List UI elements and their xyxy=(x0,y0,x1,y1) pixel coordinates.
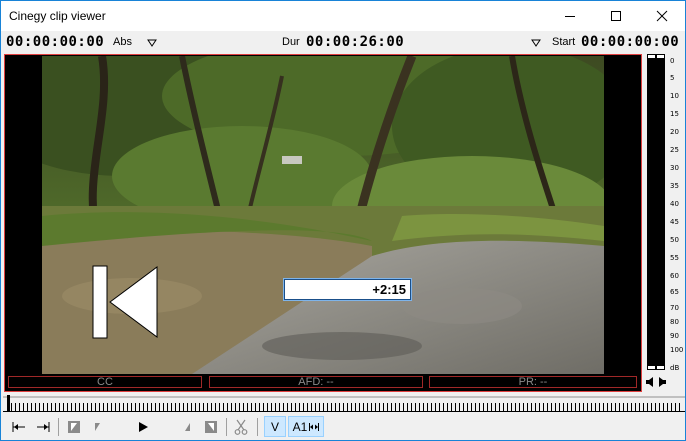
start-label: Start xyxy=(552,36,576,48)
meter-scale-label: 10 xyxy=(670,92,679,100)
meter-scale-label: 30 xyxy=(670,164,679,172)
meter-scale-label: 25 xyxy=(670,146,679,154)
prev-mark-button[interactable] xyxy=(87,417,107,437)
maximize-icon xyxy=(611,11,621,21)
minimize-button[interactable] xyxy=(547,1,593,31)
pr-status: PR: -- xyxy=(429,376,637,388)
play-icon xyxy=(139,422,148,432)
audio-track-toggle[interactable]: A1 xyxy=(288,416,324,437)
go-to-end-icon xyxy=(37,422,50,432)
cc-status: CC xyxy=(8,376,202,388)
meter-scale-label: 20 xyxy=(670,128,679,136)
afd-status: AFD: -- xyxy=(209,376,423,388)
next-mark-button[interactable] xyxy=(178,417,198,437)
cut-button[interactable] xyxy=(231,417,251,437)
video-frame[interactable]: +2:15 CC AFD: -- PR: -- xyxy=(4,54,642,392)
toolbar-separator xyxy=(58,418,59,436)
meter-peak-right xyxy=(657,55,664,58)
meter-scale-label: 5 xyxy=(670,74,675,82)
timecode-bar: 00:00:00:00 Abs Dur 00:00:26:00 Start 00… xyxy=(1,31,685,53)
meter-scale-label: 70 xyxy=(670,304,679,312)
meter-scale-label: 65 xyxy=(670,288,679,296)
start-timecode[interactable]: 00:00:00:00 xyxy=(581,34,679,50)
skip-to-start-icon xyxy=(92,265,158,339)
meter-floor-right xyxy=(657,366,664,369)
mark-in-icon xyxy=(68,421,80,433)
minimize-icon xyxy=(565,16,575,17)
meter-scale-label: 40 xyxy=(670,200,679,208)
clip-viewer-window: Cinegy clip viewer 00:00:00:00 Abs Dur 0… xyxy=(0,0,686,441)
prev-mark-icon xyxy=(95,423,100,431)
timeline-scrubber[interactable] xyxy=(3,393,685,415)
meter-scale-label: 35 xyxy=(670,182,679,190)
meter-scale-label: 60 xyxy=(670,272,679,280)
title-bar[interactable]: Cinegy clip viewer xyxy=(1,1,685,31)
meter-scale-label: 80 xyxy=(670,318,679,326)
seek-timecode-input[interactable]: +2:15 xyxy=(283,278,412,301)
transport-toolbar: V A1 xyxy=(1,415,685,440)
meter-scale-label: 45 xyxy=(670,218,679,226)
audio-track-label: A1 xyxy=(292,419,308,434)
start-mode-dropdown-icon[interactable] xyxy=(531,39,541,47)
timeline-playhead[interactable] xyxy=(7,395,10,412)
meter-scale-label: 15 xyxy=(670,110,679,118)
go-to-end-button[interactable] xyxy=(33,417,53,437)
window-title: Cinegy clip viewer xyxy=(9,9,106,23)
meter-peak-left xyxy=(648,55,655,58)
meter-scale-label: 0 xyxy=(670,57,675,65)
go-to-start-icon xyxy=(12,422,25,432)
play-button[interactable] xyxy=(133,417,153,437)
next-mark-icon xyxy=(185,423,190,431)
audio-meter-bars xyxy=(647,54,665,370)
go-to-start-button[interactable] xyxy=(9,417,29,437)
mark-out-button[interactable] xyxy=(201,417,221,437)
duration-timecode: 00:00:26:00 xyxy=(306,34,405,50)
timeline-baseline xyxy=(3,411,685,412)
meter-scale-label: 50 xyxy=(670,236,679,244)
audio-mute-button[interactable] xyxy=(645,376,667,391)
maximize-button[interactable] xyxy=(593,1,639,31)
position-timecode[interactable]: 00:00:00:00 xyxy=(6,34,104,50)
speaker-icon xyxy=(646,377,666,387)
meter-scale-label: 100 xyxy=(670,346,684,354)
position-mode-dropdown-icon[interactable] xyxy=(147,39,157,47)
timeline-track xyxy=(3,396,685,398)
duration-label: Dur xyxy=(282,36,300,48)
stereo-link-icon xyxy=(309,422,320,431)
meter-scale-label: dB xyxy=(670,364,680,372)
mark-out-icon xyxy=(205,421,217,433)
video-track-toggle[interactable]: V xyxy=(264,416,286,437)
scissors-icon xyxy=(234,419,248,435)
audio-level-meter: 0 5 10 15 20 25 30 35 40 45 50 55 60 65 … xyxy=(645,54,685,374)
video-track-label: V xyxy=(270,419,279,434)
toolbar-separator xyxy=(257,418,258,436)
mark-in-button[interactable] xyxy=(64,417,84,437)
meter-scale-label: 90 xyxy=(670,332,679,340)
position-mode-label: Abs xyxy=(113,36,132,48)
close-button[interactable] xyxy=(639,1,685,31)
meter-floor-left xyxy=(648,366,655,369)
close-icon xyxy=(656,10,668,22)
meter-scale-label: 55 xyxy=(670,254,679,262)
toolbar-separator xyxy=(226,418,227,436)
